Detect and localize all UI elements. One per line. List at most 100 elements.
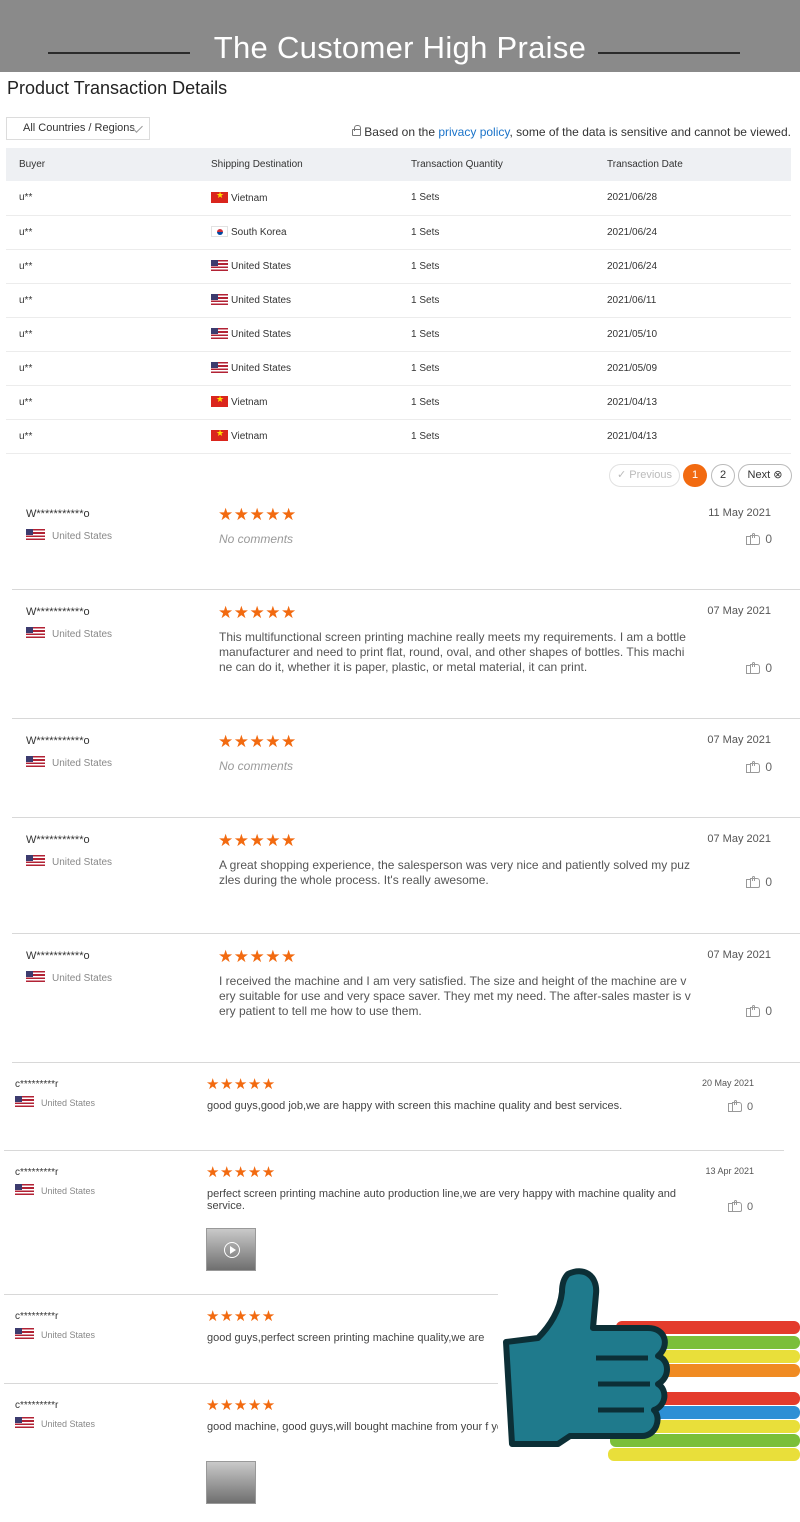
star-rating: ★★★★★ [206, 1397, 276, 1414]
like-count: 0 [765, 661, 772, 675]
quantity-cell: 1 Sets [398, 181, 594, 216]
buyer-cell: u** [6, 283, 202, 318]
date-cell: 2021/06/28 [594, 181, 791, 216]
transaction-table: Buyer Shipping Destination Transaction Q… [6, 148, 791, 454]
praise-banner: The Customer High Praise [0, 0, 800, 72]
like-button[interactable]: 0 [746, 760, 772, 774]
previous-page-button[interactable]: ✓ Previous [609, 464, 680, 487]
table-row: u** United States 1 Sets 2021/05/09 [6, 351, 791, 386]
reviewer-name: W***********o [26, 735, 90, 747]
star-rating: ★★★★★ [206, 1308, 276, 1325]
star-rating: ★★★★★ [206, 1164, 276, 1181]
previous-label: Previous [629, 469, 673, 481]
star-rating: ★★★★★ [218, 732, 297, 751]
review-text: No comments [219, 759, 294, 773]
like-button[interactable]: 0 [746, 661, 772, 675]
review-item: c*********r United States ★★★★★ good guys,g… [0, 1063, 800, 1151]
country-label: United States [52, 973, 113, 984]
review-text: A great shopping experience, the salespe… [219, 858, 690, 887]
thumbs-up-icon [746, 533, 761, 545]
star-rating: ★★★★★ [218, 603, 297, 622]
reviewer-name: c*********r [15, 1079, 59, 1090]
us-flag-icon [211, 260, 228, 271]
date-cell: 2021/06/24 [594, 215, 791, 250]
like-count: 0 [765, 760, 772, 774]
like-button[interactable]: 0 [728, 1200, 753, 1213]
buyer-cell: u** [6, 385, 202, 420]
next-page-button[interactable]: Next ⊗ [738, 464, 792, 487]
review-media-thumbnail[interactable] [206, 1461, 256, 1504]
column-header-destination: Shipping Destination [202, 148, 398, 181]
reviewer-country: United States [26, 627, 112, 640]
quantity-cell: 1 Sets [398, 249, 594, 284]
like-button[interactable]: 0 [746, 532, 772, 546]
banner-rule-right [598, 52, 740, 54]
thumbs-up-icon [746, 662, 761, 674]
review-item: W***********o United States ★★★★★ 07 May 20… [0, 818, 800, 934]
quantity-cell: 1 Sets [398, 419, 594, 454]
country-label: United States [41, 1419, 96, 1429]
destination-label: Vietnam [231, 397, 268, 408]
destination-cell: United States [202, 249, 398, 284]
thumbs-up-icon [503, 1268, 670, 1447]
like-button[interactable]: 0 [746, 1004, 772, 1018]
destination-label: South Korea [231, 227, 287, 238]
like-button[interactable]: 0 [728, 1100, 753, 1113]
page-2-button[interactable]: 2 [711, 464, 735, 487]
star-rating: ★★★★★ [218, 947, 297, 966]
table-row: u** United States 1 Sets 2021/06/24 [6, 249, 791, 284]
country-label: United States [52, 758, 113, 769]
date-cell: 2021/05/10 [594, 317, 791, 352]
us-flag-icon [211, 294, 228, 305]
reviewer-country: United States [26, 756, 112, 769]
like-count: 0 [765, 1004, 772, 1018]
review-date: 20 May 2021 [701, 1078, 754, 1088]
destination-label: United States [231, 261, 292, 272]
reviewer-name: W***********o [26, 508, 90, 520]
privacy-notice: Based on the privacy policy, some of the… [352, 125, 791, 139]
country-label: United States [52, 857, 113, 868]
buyer-cell: u** [6, 351, 202, 386]
like-count: 0 [765, 875, 772, 889]
review-text: perfect screen printing machine auto pro… [207, 1188, 676, 1212]
section-title: Product Transaction Details [7, 78, 228, 98]
like-button[interactable]: 0 [746, 875, 772, 889]
next-label: Next [747, 469, 771, 481]
star-rating: ★★★★★ [218, 505, 297, 524]
destination-cell: Vietnam [202, 181, 398, 216]
table-row: u** United States 1 Sets 2021/06/11 [6, 283, 791, 318]
reviewer-country: United States [26, 529, 112, 542]
privacy-policy-link[interactable]: privacy policy [438, 125, 509, 139]
reviewer-name: c*********r [15, 1400, 59, 1411]
quantity-cell: 1 Sets [398, 317, 594, 352]
lock-icon [352, 125, 362, 136]
reviewer-country: United States [15, 1096, 95, 1108]
star-rating: ★★★★★ [206, 1076, 276, 1093]
country-label: United States [41, 1098, 96, 1108]
quantity-cell: 1 Sets [398, 351, 594, 386]
review-item: W***********o United States ★★★★★ 07 May 20… [0, 934, 800, 1063]
date-cell: 2021/05/09 [594, 351, 791, 386]
column-header-quantity: Transaction Quantity [398, 148, 594, 181]
country-region-select[interactable]: All Countries / Regions [6, 117, 150, 140]
page-1-button[interactable]: 1 [683, 464, 707, 487]
reviewer-country: United States [15, 1184, 95, 1196]
quantity-cell: 1 Sets [398, 215, 594, 250]
review-media-thumbnail[interactable] [206, 1228, 256, 1271]
table-row: u** Vietnam 1 Sets2021/04/13 [6, 419, 791, 454]
destination-label: United States [231, 363, 292, 374]
reviewer-country: United States [15, 1417, 95, 1429]
review-text: good guys,good job,we are happy with scr… [207, 1100, 623, 1112]
reviewer-country: United States [15, 1328, 95, 1340]
destination-label: Vietnam [231, 431, 268, 442]
reviewer-name: W***********o [26, 606, 90, 618]
reviewer-name: W***********o [26, 950, 90, 962]
review-date: 07 May 2021 [707, 833, 771, 845]
reviewer-country: United States [26, 971, 112, 984]
quantity-cell: 1 Sets [398, 385, 594, 420]
destination-cell: United States [202, 283, 398, 318]
destination-label: United States [231, 329, 292, 340]
buyer-cell: u** [6, 317, 202, 352]
like-count: 0 [765, 532, 772, 546]
kr-flag-icon [211, 226, 228, 237]
